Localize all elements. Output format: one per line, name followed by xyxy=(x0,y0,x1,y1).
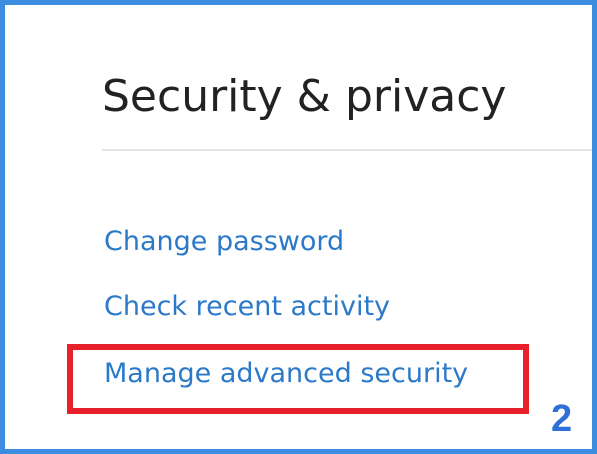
title-divider xyxy=(102,149,592,151)
page-title: Security & privacy xyxy=(102,71,507,122)
check-recent-activity-link[interactable]: Check recent activity xyxy=(104,289,390,325)
manage-advanced-security-link[interactable]: Manage advanced security xyxy=(104,356,468,392)
screenshot-frame: Security & privacy Change password Check… xyxy=(0,0,597,454)
step-number-badge: 2 xyxy=(551,398,573,440)
change-password-link[interactable]: Change password xyxy=(104,224,344,260)
